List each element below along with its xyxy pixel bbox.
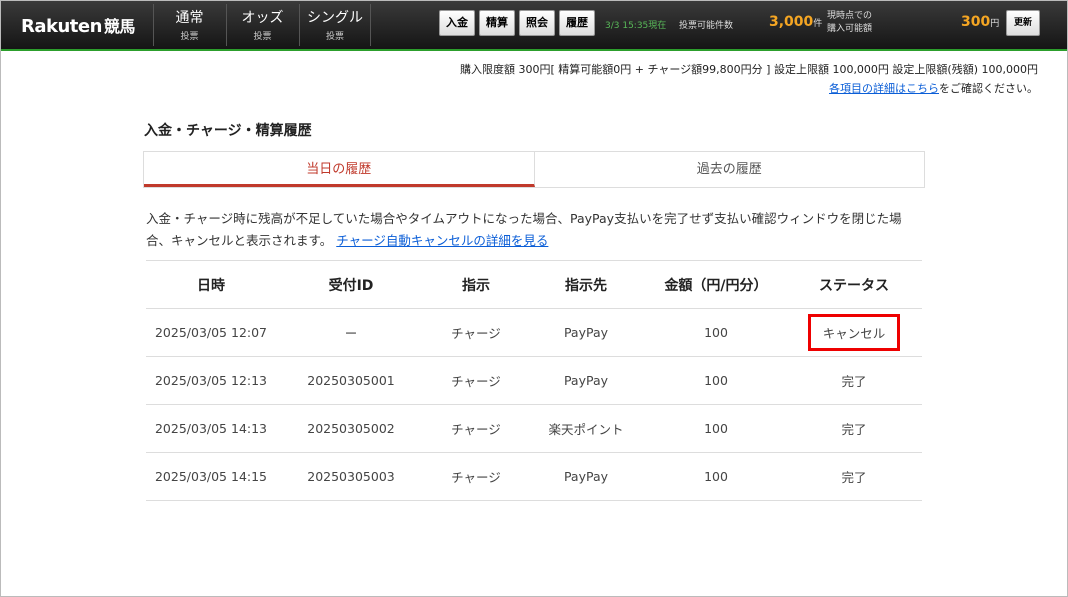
status-cancel-highlight: キャンセル — [807, 314, 901, 351]
cell-receipt-id: ー — [276, 308, 426, 357]
logo-sub: 競馬 — [103, 17, 136, 36]
nav-tab-label: オッズ — [241, 10, 284, 26]
cell-receipt-id: 20250305001 — [276, 356, 426, 405]
tab-today-history[interactable]: 当日の履歴 — [144, 152, 535, 187]
cell-status: 完了 — [786, 452, 922, 501]
table-row: 2025/03/05 12:13 20250305001 チャージ PayPay… — [146, 356, 922, 405]
cell-amount: 100 — [646, 452, 786, 501]
tab-past-history[interactable]: 過去の履歴 — [535, 152, 925, 187]
deposit-button[interactable]: 入金 — [439, 10, 475, 36]
col-amount: 金額（円/円分） — [646, 260, 786, 309]
detail-line: 各項目の詳細はこちらをご確認ください。 — [829, 80, 1038, 96]
col-status: ステータス — [786, 260, 922, 309]
vote-count-unit: 件 — [813, 19, 823, 29]
cell-destination: PayPay — [526, 356, 646, 405]
cell-instruction: チャージ — [426, 404, 526, 453]
nav-tab-label: シングル — [307, 10, 363, 26]
buyable-amount-unit: 円 — [990, 19, 1000, 29]
col-instruction: 指示 — [426, 260, 526, 309]
inquiry-button[interactable]: 照会 — [519, 10, 555, 36]
col-receipt-id: 受付ID — [276, 260, 426, 309]
cell-amount: 100 — [646, 308, 786, 357]
logo-text: Rakuten — [21, 16, 102, 37]
buyable-amount-value: 300 — [961, 14, 991, 30]
header-timestamp: 3/3 15:35現在 — [605, 21, 667, 31]
history-tabs: 当日の履歴 過去の履歴 — [143, 151, 925, 188]
cell-datetime: 2025/03/05 14:15 — [146, 452, 276, 501]
history-button[interactable]: 履歴 — [559, 10, 595, 36]
buyable-label-line1: 現時点での — [827, 11, 873, 21]
col-datetime: 日時 — [146, 260, 276, 309]
cell-amount: 100 — [646, 356, 786, 405]
vote-count-label: 投票可能件数 — [679, 21, 734, 31]
nav-tab-single-vote[interactable]: シングル 投票 — [299, 4, 371, 46]
nav-tab-sublabel: 投票 — [325, 32, 344, 42]
page-title: 入金・チャージ・精算履歴 — [144, 123, 312, 139]
cell-status: キャンセル — [786, 308, 922, 357]
nav-tab-label: 通常 — [175, 10, 204, 26]
nav-tab-odds-vote[interactable]: オッズ 投票 — [226, 4, 298, 46]
table-row: 2025/03/05 14:13 20250305002 チャージ 楽天ポイント… — [146, 404, 922, 453]
rakuten-keiba-logo[interactable]: Rakuten 競馬 — [21, 13, 135, 37]
cell-status: 完了 — [786, 404, 922, 453]
global-header: Rakuten 競馬 通常 投票 オッズ 投票 シングル 投票 入金 精算 照会 … — [1, 1, 1067, 51]
detail-suffix: をご確認ください。 — [939, 82, 1038, 95]
table-row: 2025/03/05 12:07 ー チャージ PayPay 100 キャンセル — [146, 308, 922, 357]
vote-count: 3,000件 — [769, 14, 822, 30]
cell-instruction: チャージ — [426, 308, 526, 357]
vote-count-value: 3,000 — [769, 14, 814, 30]
cell-amount: 100 — [646, 404, 786, 453]
details-link[interactable]: 各項目の詳細はこちら — [829, 82, 939, 95]
cell-instruction: チャージ — [426, 452, 526, 501]
cell-receipt-id: 20250305002 — [276, 404, 426, 453]
cell-datetime: 2025/03/05 14:13 — [146, 404, 276, 453]
cell-receipt-id: 20250305003 — [276, 452, 426, 501]
cell-instruction: チャージ — [426, 356, 526, 405]
cell-destination: 楽天ポイント — [526, 404, 646, 453]
table-row: 2025/03/05 14:15 20250305003 チャージ PayPay… — [146, 452, 922, 501]
history-table: 日時 受付ID 指示 指示先 金額（円/円分） ステータス 2025/03/05… — [146, 260, 922, 501]
purchase-limit-info: 購入限度額 300円[ 精算可能額0円 + チャージ額99,800円分 ] 設定… — [460, 63, 1038, 76]
buyable-label-line2: 購入可能額 — [827, 24, 873, 34]
buyable-amount: 300円 — [961, 14, 999, 30]
nav-tab-sublabel: 投票 — [180, 32, 199, 42]
auto-cancel-details-link[interactable]: チャージ自動キャンセルの詳細を見る — [336, 233, 548, 248]
settle-button[interactable]: 精算 — [479, 10, 515, 36]
buyable-label: 現時点での 購入可能額 — [827, 10, 872, 36]
cell-destination: PayPay — [526, 452, 646, 501]
cell-status: 完了 — [786, 356, 922, 405]
cell-destination: PayPay — [526, 308, 646, 357]
cell-datetime: 2025/03/05 12:13 — [146, 356, 276, 405]
table-header-row: 日時 受付ID 指示 指示先 金額（円/円分） ステータス — [146, 260, 922, 309]
cancel-description: 入金・チャージ時に残高が不足していた場合やタイムアウトになった場合、PayPay… — [146, 208, 926, 252]
refresh-button[interactable]: 更新 — [1006, 10, 1040, 36]
nav-tab-sublabel: 投票 — [253, 32, 272, 42]
nav-tab-normal-vote[interactable]: 通常 投票 — [153, 4, 225, 46]
col-destination: 指示先 — [526, 260, 646, 309]
cell-datetime: 2025/03/05 12:07 — [146, 308, 276, 357]
